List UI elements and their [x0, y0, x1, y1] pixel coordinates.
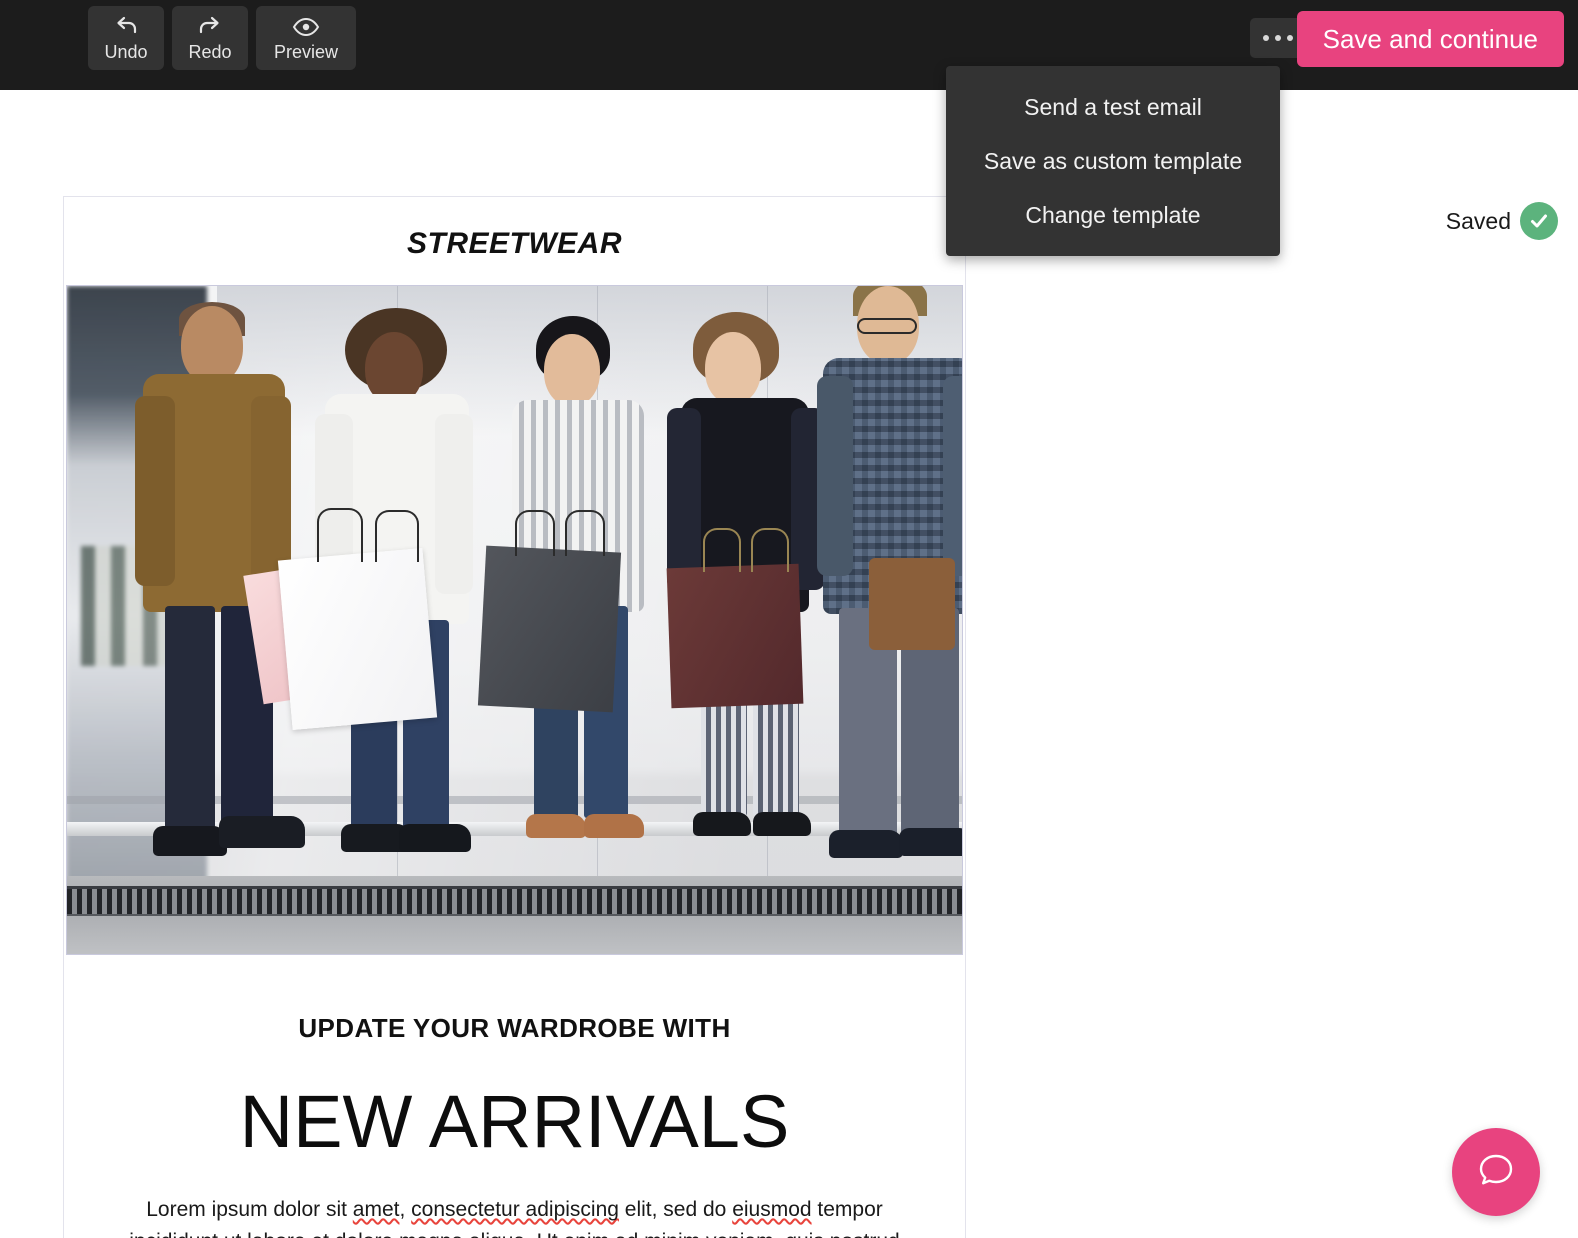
- bag-handle: [703, 528, 741, 572]
- editor-canvas: Saved STREETWEAR UPDATE YOUR WARDROBE WI…: [0, 90, 1578, 1238]
- hero-image-block[interactable]: [66, 285, 963, 955]
- eye-icon: [292, 14, 320, 40]
- saved-status: Saved: [1446, 202, 1558, 240]
- redo-label: Redo: [188, 42, 232, 62]
- save-and-continue-button[interactable]: Save and continue: [1296, 11, 1564, 67]
- paragraph-text: elit, sed do: [618, 1198, 733, 1221]
- menu-item-save-as-custom-template[interactable]: Save as custom template: [946, 134, 1280, 188]
- email-preview[interactable]: STREETWEAR UPDATE YOUR WARDROBE WITH NEW…: [63, 196, 966, 1238]
- email-headline: NEW ARRIVALS: [239, 1080, 790, 1163]
- top-toolbar: Undo Redo Preview Save and continue: [0, 0, 1578, 90]
- undo-button[interactable]: Undo: [88, 6, 164, 70]
- chat-bubble-icon: [1474, 1148, 1518, 1197]
- undo-label: Undo: [104, 42, 148, 62]
- email-text-block[interactable]: UPDATE YOUR WARDROBE WITH NEW ARRIVALS L…: [64, 955, 965, 1238]
- misspelled-word: consectetur adipiscing: [411, 1198, 619, 1221]
- ellipsis-dot-icon: [1275, 35, 1281, 41]
- undo-icon: [113, 14, 139, 40]
- misspelled-word: incididunt: [129, 1230, 218, 1238]
- misspelled-word: amet: [352, 1198, 400, 1221]
- misspelled-word: aliqua: [469, 1230, 525, 1238]
- bag-handle: [515, 510, 555, 556]
- bag-handle: [375, 510, 419, 562]
- ellipsis-dot-icon: [1263, 35, 1269, 41]
- saved-check-icon: [1520, 202, 1558, 240]
- redo-icon: [197, 14, 223, 40]
- shopping-bag-maroon: [666, 563, 804, 709]
- paragraph-text: ut labore et dolore magna: [218, 1230, 469, 1238]
- shopping-bag-white: [277, 548, 438, 730]
- ellipsis-dot-icon: [1287, 35, 1293, 41]
- email-eyebrow: UPDATE YOUR WARDROBE WITH: [298, 1013, 731, 1043]
- bag-handle: [751, 528, 789, 572]
- saved-label: Saved: [1445, 207, 1511, 234]
- menu-item-change-template[interactable]: Change template: [946, 188, 1280, 242]
- hero-person: [817, 286, 962, 896]
- email-logo: STREETWEAR: [407, 227, 622, 260]
- bag-handle: [317, 508, 363, 562]
- more-options-menu: Send a test email Save as custom templat…: [946, 66, 1280, 256]
- menu-item-send-test-email[interactable]: Send a test email: [946, 80, 1280, 134]
- misspelled-word: quis nostrud: [785, 1230, 899, 1238]
- bag-handle: [565, 510, 605, 556]
- redo-button[interactable]: Redo: [172, 6, 248, 70]
- shopping-bag-grey: [477, 545, 622, 713]
- paragraph-text: . Ut enim ad minim veniam,: [525, 1230, 785, 1238]
- paragraph-text: Lorem ipsum dolor sit: [146, 1198, 353, 1221]
- paragraph-text: tempor: [811, 1198, 883, 1221]
- preview-label: Preview: [273, 42, 339, 62]
- help-chat-button[interactable]: [1452, 1128, 1540, 1216]
- misspelled-word: eiusmod: [732, 1198, 812, 1221]
- history-tool-group: Undo Redo Preview: [88, 6, 356, 70]
- preview-button[interactable]: Preview: [256, 6, 356, 70]
- paragraph-text: ,: [399, 1198, 412, 1221]
- email-paragraph[interactable]: Lorem ipsum dolor sit amet, consectetur …: [115, 1194, 915, 1238]
